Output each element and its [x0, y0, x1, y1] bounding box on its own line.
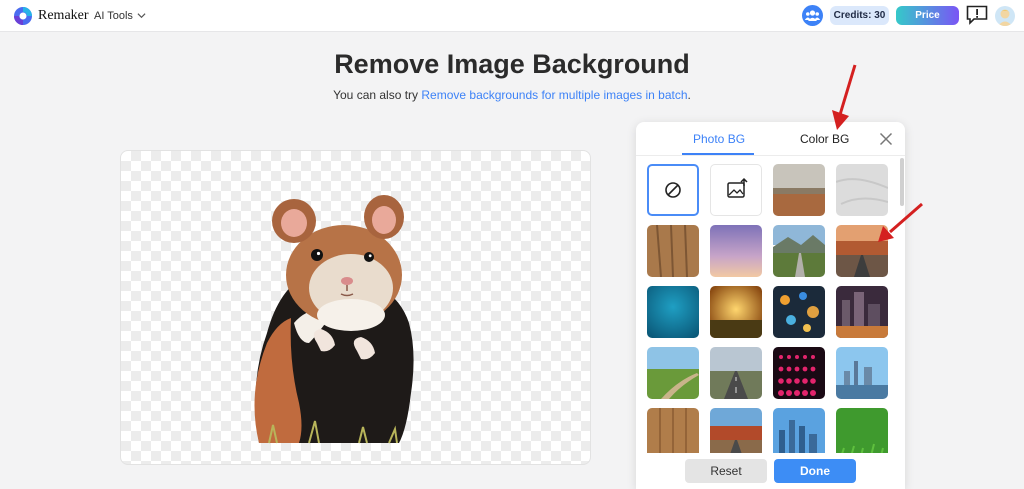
- subtitle-prefix: You can also try: [333, 88, 422, 102]
- hamster-image: [254, 195, 414, 444]
- no-background-icon: [665, 182, 681, 198]
- tab-color-bg[interactable]: Color BG: [800, 132, 849, 146]
- background-grid: [636, 156, 905, 453]
- top-header: Remaker AI Tools Credits: 30 Price: [0, 0, 1024, 32]
- credits-badge[interactable]: Credits: 30: [830, 6, 889, 25]
- done-button[interactable]: Done: [774, 459, 856, 483]
- reset-button[interactable]: Reset: [685, 459, 767, 483]
- bg-tile-desert[interactable]: [773, 164, 825, 216]
- background-picker-panel: Photo BG Color BG Reset Done: [636, 122, 905, 489]
- upload-image-tile[interactable]: [710, 164, 762, 216]
- bg-tile-teal[interactable]: [647, 286, 699, 338]
- bg-tile-green-grass[interactable]: [836, 408, 888, 453]
- bg-tile-wood-planks[interactable]: [647, 408, 699, 453]
- feedback-icon[interactable]: [966, 5, 988, 25]
- image-preview-canvas[interactable]: [120, 150, 591, 465]
- bg-tile-bokeh[interactable]: [773, 286, 825, 338]
- user-avatar[interactable]: [995, 6, 1015, 26]
- ai-tools-menu[interactable]: AI Tools: [94, 10, 133, 22]
- no-background-tile[interactable]: [647, 164, 699, 216]
- bg-tile-pink-lights[interactable]: [773, 347, 825, 399]
- bg-tile-red-rock-road[interactable]: [710, 408, 762, 453]
- bg-tile-mountain-road[interactable]: [773, 225, 825, 277]
- subtitle-suffix: .: [687, 88, 691, 102]
- page-title: Remove Image Background: [334, 49, 690, 79]
- bg-tile-sunset-field[interactable]: [710, 286, 762, 338]
- bg-tile-skyline-blue[interactable]: [836, 347, 888, 399]
- tab-photo-bg[interactable]: Photo BG: [693, 132, 745, 146]
- brand-name[interactable]: Remaker: [38, 8, 89, 24]
- close-icon[interactable]: [879, 132, 893, 146]
- chevron-down-icon[interactable]: [137, 11, 146, 20]
- batch-removal-link[interactable]: Remove backgrounds for multiple images i…: [421, 88, 687, 102]
- upload-image-icon: [727, 177, 748, 198]
- bg-tile-countryside-road[interactable]: [647, 347, 699, 399]
- remaker-logo-icon[interactable]: [13, 6, 33, 26]
- bg-tile-city-day[interactable]: [773, 408, 825, 453]
- bg-tile-highway[interactable]: [710, 347, 762, 399]
- price-button[interactable]: Price: [896, 6, 959, 25]
- bg-tile-canyon-road[interactable]: [836, 225, 888, 277]
- panel-scrollbar[interactable]: [900, 158, 904, 206]
- bg-tile-wood-leaf[interactable]: [647, 225, 699, 277]
- bg-tile-city-night[interactable]: [836, 286, 888, 338]
- community-icon[interactable]: [802, 5, 823, 26]
- page-subtitle: You can also try Remove backgrounds for …: [0, 88, 1024, 102]
- bg-tile-marble[interactable]: [836, 164, 888, 216]
- bg-tile-purple-sky[interactable]: [710, 225, 762, 277]
